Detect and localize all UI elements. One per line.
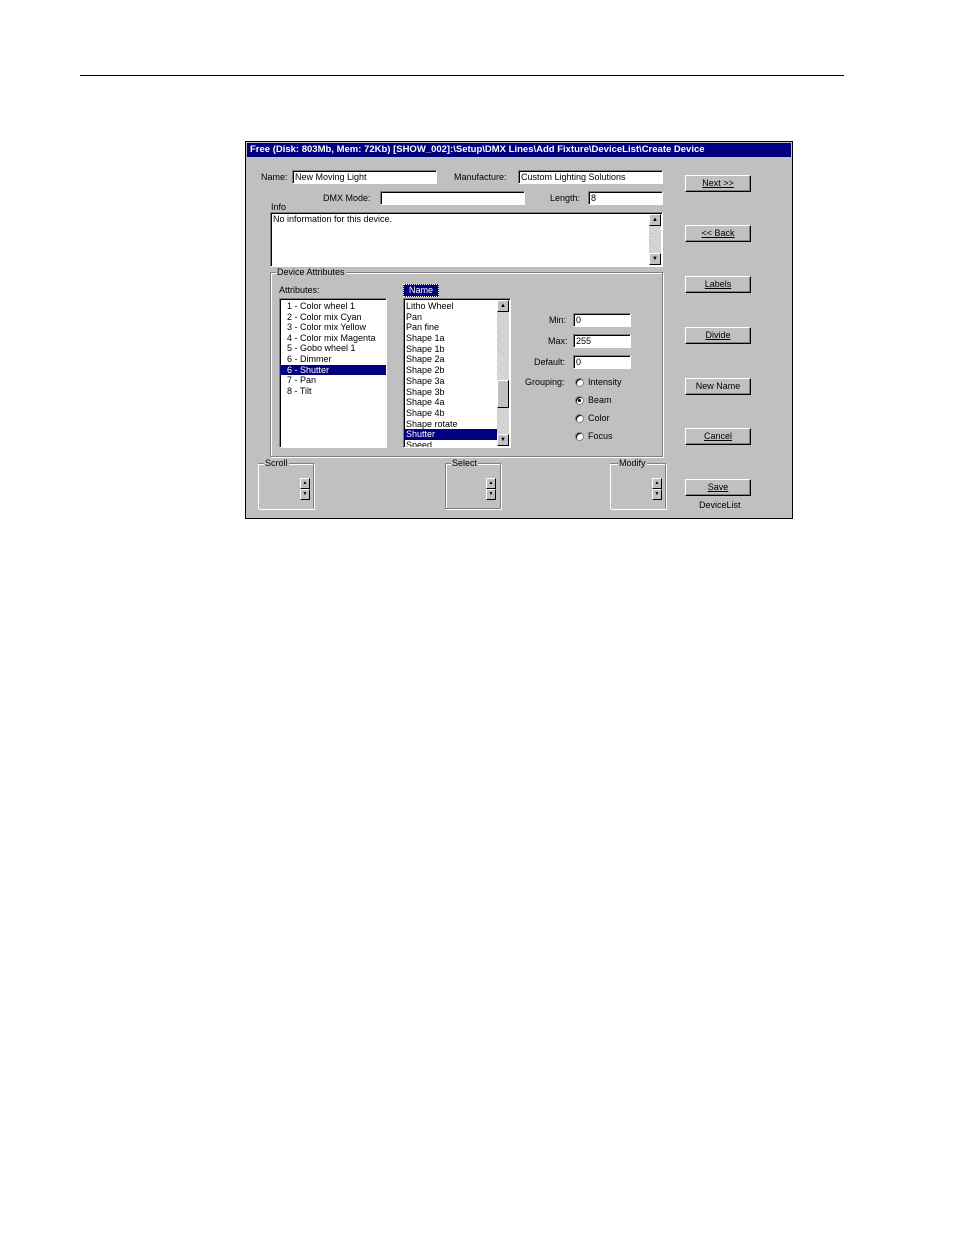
default-field[interactable]: 0 bbox=[573, 355, 631, 369]
grouping-label: Grouping: bbox=[525, 377, 565, 387]
grouping-radio-beam[interactable] bbox=[575, 396, 584, 405]
attribute-list-item[interactable]: 4 - Color mix Magenta bbox=[280, 333, 386, 344]
grouping-radio-color[interactable] bbox=[575, 414, 584, 423]
default-label: Default: bbox=[534, 357, 566, 367]
scroll-thumb[interactable] bbox=[497, 380, 509, 408]
save-button[interactable]: Save bbox=[685, 479, 751, 496]
new-name-button[interactable]: New Name bbox=[685, 378, 751, 395]
device-attributes-label: Device Attributes bbox=[276, 267, 346, 277]
attribute-list-item[interactable]: 6 - Dimmer bbox=[280, 354, 386, 365]
scroll-up-icon[interactable]: ▲ bbox=[497, 300, 509, 312]
next-button[interactable]: Next >> bbox=[685, 175, 751, 192]
info-scrollbar[interactable]: ▲ ▼ bbox=[649, 214, 661, 265]
window-title: Free (Disk: 803Mb, Mem: 72Kb) [SHOW_002]… bbox=[247, 143, 791, 157]
max-label: Max: bbox=[548, 336, 568, 346]
name-list-item[interactable]: Shape 4b bbox=[404, 408, 497, 419]
attribute-list-item[interactable]: 2 - Color mix Cyan bbox=[280, 312, 386, 323]
length-label: Length: bbox=[550, 193, 581, 203]
dmx-mode-field[interactable] bbox=[380, 191, 525, 205]
name-list-item[interactable]: Shape 4a bbox=[404, 397, 497, 408]
name-list-item[interactable]: Shape rotate bbox=[404, 419, 497, 430]
select-spinner[interactable]: ▲ ▼ bbox=[486, 478, 496, 500]
save-caption: DeviceList bbox=[699, 500, 741, 510]
scroll-down-icon[interactable]: ▼ bbox=[649, 253, 661, 265]
select-group-label: Select bbox=[451, 458, 479, 468]
name-list-item[interactable]: Speed bbox=[404, 440, 497, 447]
names-header: Name bbox=[403, 284, 440, 297]
name-list-item[interactable]: Pan bbox=[404, 312, 497, 323]
scroll-up-icon[interactable]: ▲ bbox=[649, 214, 661, 226]
info-textarea[interactable]: No information for this device. ▲ ▼ bbox=[270, 212, 663, 267]
scroll-spinner[interactable]: ▲ ▼ bbox=[300, 478, 310, 500]
scroll-group-label: Scroll bbox=[264, 458, 289, 468]
name-list-item[interactable]: Pan fine bbox=[404, 322, 497, 333]
cancel-button[interactable]: Cancel bbox=[685, 428, 751, 445]
spin-down-icon[interactable]: ▼ bbox=[486, 489, 496, 500]
name-label: Name: bbox=[261, 172, 288, 182]
name-list-item[interactable]: Shape 2b bbox=[404, 365, 497, 376]
spin-up-icon[interactable]: ▲ bbox=[652, 478, 662, 489]
attribute-list-item[interactable]: 3 - Color mix Yellow bbox=[280, 322, 386, 333]
modify-spinner[interactable]: ▲ ▼ bbox=[652, 478, 662, 500]
attributes-label: Attributes: bbox=[279, 285, 320, 295]
spin-down-icon[interactable]: ▼ bbox=[300, 489, 310, 500]
manufacturer-field[interactable]: Custom Lighting Solutions bbox=[518, 170, 663, 184]
info-text: No information for this device. bbox=[273, 214, 393, 224]
name-list-item[interactable]: Shape 3b bbox=[404, 387, 497, 398]
labels-button[interactable]: Labels bbox=[685, 276, 751, 293]
spin-up-icon[interactable]: ▲ bbox=[486, 478, 496, 489]
attribute-list-item[interactable]: 7 - Pan bbox=[280, 375, 386, 386]
dmx-mode-label: DMX Mode: bbox=[323, 193, 371, 203]
min-field[interactable]: 0 bbox=[573, 313, 631, 327]
divide-button[interactable]: Divide bbox=[685, 327, 751, 344]
grouping-option-label[interactable]: Beam bbox=[588, 395, 612, 406]
grouping-option-label[interactable]: Focus bbox=[588, 431, 613, 442]
min-label: Min: bbox=[549, 315, 567, 325]
scroll-down-icon[interactable]: ▼ bbox=[497, 434, 509, 446]
manufacturer-label: Manufacture: bbox=[454, 172, 507, 182]
length-field[interactable]: 8 bbox=[588, 191, 663, 205]
spin-up-icon[interactable]: ▲ bbox=[300, 478, 310, 489]
name-list-item[interactable]: Litho Wheel bbox=[404, 301, 497, 312]
spin-down-icon[interactable]: ▼ bbox=[652, 489, 662, 500]
back-button[interactable]: << Back bbox=[685, 225, 751, 242]
grouping-radio-focus[interactable] bbox=[575, 432, 584, 441]
name-list-item[interactable]: Shape 1a bbox=[404, 333, 497, 344]
attribute-list-item[interactable]: 6 - Shutter bbox=[280, 364, 386, 376]
name-field[interactable]: New Moving Light bbox=[292, 170, 437, 184]
name-list-item[interactable]: Shape 1b bbox=[404, 344, 497, 355]
max-field[interactable]: 255 bbox=[573, 334, 631, 348]
grouping-radio-intensity[interactable] bbox=[575, 378, 584, 387]
attribute-list-item[interactable]: 1 - Color wheel 1 bbox=[280, 301, 386, 312]
page-header-rule bbox=[80, 75, 844, 76]
create-device-window: Free (Disk: 803Mb, Mem: 72Kb) [SHOW_002]… bbox=[245, 141, 793, 519]
attribute-list-item[interactable]: 8 - Tilt bbox=[280, 386, 386, 397]
grouping-option-label[interactable]: Color bbox=[588, 413, 610, 424]
attributes-list[interactable]: 1 - Color wheel 12 - Color mix Cyan 3 - C… bbox=[279, 298, 387, 448]
attribute-list-item[interactable]: 5 - Gobo wheel 1 bbox=[280, 343, 386, 354]
names-scrollbar[interactable]: ▲ ▼ bbox=[497, 300, 509, 446]
names-list[interactable]: Litho Wheel Pan Pan fine Shape 1a Shape 1b Sh… bbox=[403, 298, 511, 448]
name-list-item[interactable]: Shape 3a bbox=[404, 376, 497, 387]
name-list-item[interactable]: Shape 2a bbox=[404, 354, 497, 365]
name-list-item[interactable]: Shutter bbox=[404, 429, 497, 440]
grouping-option-label[interactable]: Intensity bbox=[588, 377, 622, 388]
modify-group-label: Modify bbox=[618, 458, 647, 468]
